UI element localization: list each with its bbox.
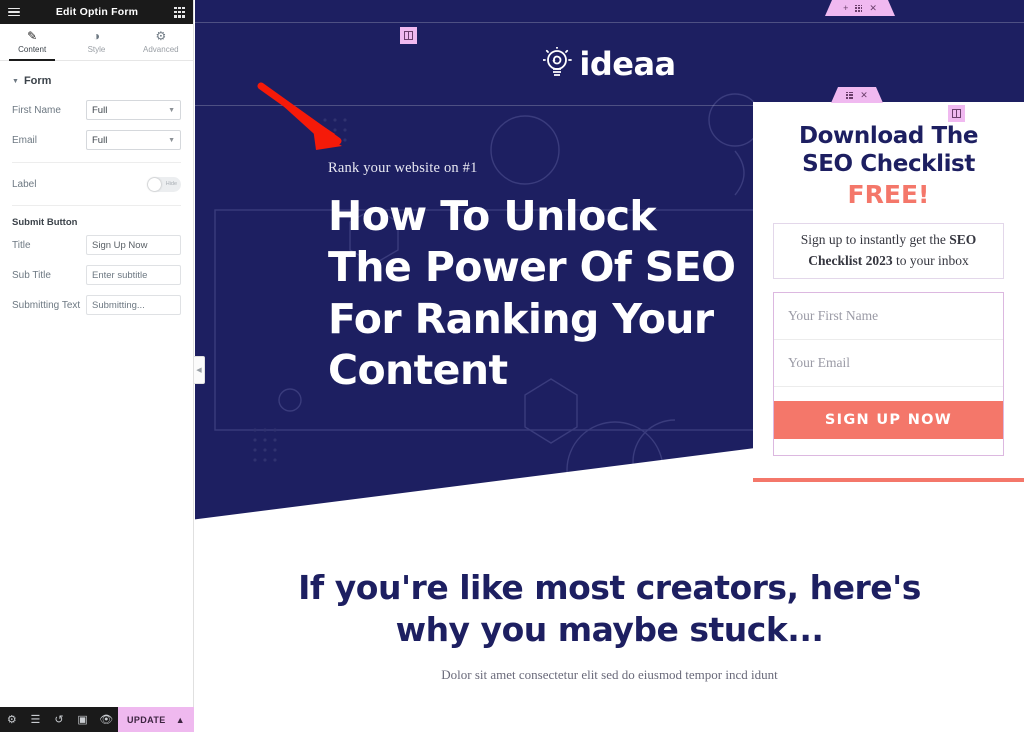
divider — [12, 205, 181, 206]
submit-title-input[interactable]: Sign Up Now — [86, 235, 181, 255]
tab-style[interactable]: ◑ Style — [64, 24, 128, 60]
submitting-text-label: Submitting Text — [12, 299, 81, 311]
column-handle-optin[interactable] — [948, 105, 965, 122]
hamburger-icon[interactable] — [8, 6, 20, 19]
chevron-down-icon: ▼ — [168, 136, 175, 144]
plus-icon[interactable]: + — [843, 4, 848, 13]
submitting-text-input[interactable]: Submitting... — [86, 295, 181, 315]
column-icon — [404, 31, 413, 40]
lower-subheading[interactable]: Dolor sit amet consectetur elit sed do e… — [195, 667, 1024, 683]
settings-icon[interactable]: ⚙ — [0, 713, 24, 726]
tab-style-label: Style — [87, 45, 106, 54]
optin-heading-line1: Download The — [798, 123, 979, 149]
row-email: Email Full ▼ — [0, 125, 193, 155]
grid-icon[interactable] — [846, 92, 853, 99]
optin-form-widget[interactable]: Download The SEO Checklist FREE! Sign up… — [753, 102, 1024, 482]
sub-title-input[interactable]: Enter subtitle — [86, 265, 181, 285]
responsive-icon[interactable]: ▣ — [71, 713, 95, 726]
row-first-name: First Name Full ▼ — [0, 95, 193, 125]
logo-text: ideaa — [579, 45, 676, 83]
row-sub-title: Sub Title Enter subtitle — [0, 260, 193, 290]
lower-heading[interactable]: If you're like most creators, here's why… — [195, 567, 1024, 651]
optin-heading-line2: SEO Checklist — [802, 151, 975, 178]
chevron-down-icon: ▼ — [168, 106, 175, 114]
form-section-header[interactable]: ▼ Form — [0, 61, 193, 95]
tab-advanced-label: Advanced — [143, 45, 179, 54]
submitting-text-placeholder: Submitting... — [92, 299, 145, 311]
tab-content-label: Content — [18, 45, 47, 54]
hero-eyebrow: Rank your website on #1 — [328, 160, 478, 176]
lightbulb-icon — [543, 47, 573, 76]
first-name-placeholder: Your First Name — [788, 307, 879, 323]
toggle-knob — [148, 177, 161, 191]
optin-inner: Download The SEO Checklist FREE! Sign up… — [753, 102, 1024, 456]
sub-title-label: Sub Title — [12, 269, 51, 281]
email-placeholder: Your Email — [788, 354, 851, 370]
site-logo[interactable]: ideaa — [195, 22, 1024, 106]
email-label: Email — [12, 134, 38, 146]
label-toggle-label: Label — [12, 178, 37, 190]
column-handle-left[interactable] — [400, 27, 417, 44]
panel-tabs: ✎ Content ◑ Style ⚙ Advanced — [0, 24, 193, 61]
form-tail — [774, 439, 1003, 455]
form-spacer — [774, 387, 1003, 401]
panel-header: Edit Optin Form — [0, 0, 193, 24]
gear-icon: ⚙ — [155, 29, 167, 43]
form-section-title: Form — [23, 75, 52, 87]
tab-content[interactable]: ✎ Content — [0, 24, 64, 61]
sub-title-placeholder: Enter subtitle — [92, 269, 148, 281]
lower-section: If you're like most creators, here's why… — [195, 545, 1024, 732]
panel-collapse-handle[interactable]: ◀ — [194, 356, 205, 384]
optin-form-box: Your First Name Your Email SIGN UP NOW — [773, 291, 1004, 456]
row-label-toggle: Label Hide — [0, 170, 193, 198]
grid-icon[interactable] — [855, 5, 862, 12]
update-button-label: UPDATE — [126, 714, 166, 725]
first-name-value: Full — [92, 104, 108, 116]
hero-copy: Rank your website on #1 How To Unlock Th… — [328, 160, 748, 396]
optin-free-text: FREE! — [847, 180, 930, 210]
panel-title: Edit Optin Form — [55, 6, 139, 18]
signup-button-label: SIGN UP NOW — [824, 411, 953, 428]
first-name-label: First Name — [12, 104, 61, 116]
toggle-state-text: Hide — [165, 181, 177, 187]
contrast-icon: ◑ — [92, 29, 101, 43]
preview-icon[interactable]: 👁 — [94, 713, 118, 726]
row-submit-title: Title Sign Up Now — [0, 230, 193, 260]
first-name-field[interactable]: Your First Name — [774, 293, 1003, 340]
panel-footer: ⚙ ☰ ↺ ▣ 👁 UPDATE ▲ — [0, 707, 195, 732]
elementor-editor-screen: Edit Optin Form ✎ Content ◑ Style ⚙ Adva… — [0, 0, 1024, 732]
pencil-icon: ✎ — [27, 29, 38, 43]
submit-section-title: Submit Button — [12, 217, 78, 228]
label-toggle-switch[interactable]: Hide — [147, 176, 181, 192]
column-icon — [952, 109, 961, 118]
update-button[interactable]: UPDATE ▲ — [117, 707, 195, 732]
chevron-up-icon[interactable]: ▲ — [176, 715, 185, 725]
email-value: Full — [92, 134, 108, 146]
submit-title-label: Title — [12, 239, 31, 251]
chevron-down-icon: ▼ — [12, 77, 19, 85]
submit-title-value: Sign Up Now — [92, 239, 148, 251]
email-field[interactable]: Your Email — [774, 340, 1003, 387]
optin-subtext-suffix: to your inbox — [892, 253, 969, 269]
close-icon[interactable]: ✕ — [860, 91, 868, 100]
history-icon[interactable]: ↺ — [47, 713, 71, 726]
divider — [12, 162, 181, 163]
close-icon[interactable]: ✕ — [869, 4, 877, 13]
page-canvas: ideaa Rank your website on #1 How To Unl… — [195, 0, 1024, 732]
section-handle-top[interactable]: + ✕ — [825, 0, 895, 16]
hero-headline[interactable]: How To Unlock The Power Of SEO For Ranki… — [328, 191, 748, 396]
section-handle-mid[interactable]: ✕ — [831, 87, 883, 103]
optin-subtext-prefix: Sign up to instantly get the — [800, 232, 950, 248]
signup-button[interactable]: SIGN UP NOW — [774, 400, 1003, 439]
tab-advanced[interactable]: ⚙ Advanced — [129, 24, 193, 60]
first-name-select[interactable]: Full ▼ — [86, 100, 181, 120]
row-submitting-text: Submitting Text Submitting... — [0, 290, 193, 320]
email-select[interactable]: Full ▼ — [86, 130, 181, 150]
editor-panel: Edit Optin Form ✎ Content ◑ Style ⚙ Adva… — [0, 0, 195, 732]
layers-icon[interactable]: ☰ — [24, 713, 48, 726]
optin-subtext[interactable]: Sign up to instantly get the SEO Checkli… — [773, 223, 1004, 279]
grid-icon[interactable] — [173, 6, 185, 18]
